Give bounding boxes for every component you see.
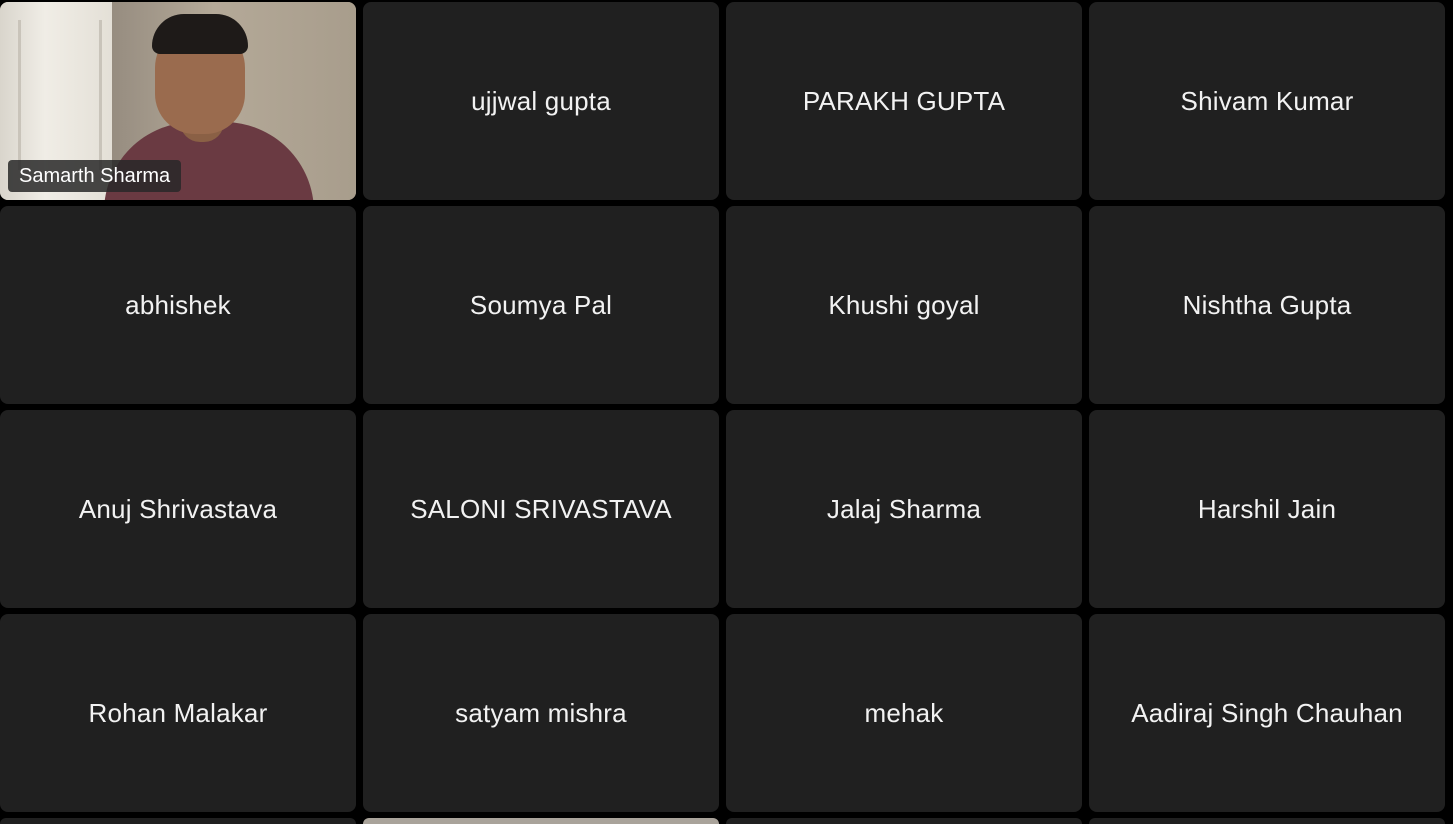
participant-grid: Samarth Sharma ujjwal gupta PARAKH GUPTA…: [0, 0, 1453, 824]
participant-tile[interactable]: Jalaj Sharma: [726, 410, 1082, 608]
participant-tile[interactable]: PARAKH GUPTA: [726, 2, 1082, 200]
participant-tile[interactable]: ujjwal gupta: [363, 2, 719, 200]
participant-tile[interactable]: Shivam Kumar: [1089, 2, 1445, 200]
participant-tile-partial[interactable]: [363, 818, 719, 824]
participant-tile[interactable]: Khushi goyal: [726, 206, 1082, 404]
participant-tile[interactable]: abhishek: [0, 206, 356, 404]
participant-tile[interactable]: Nishtha Gupta: [1089, 206, 1445, 404]
participant-tile[interactable]: Soumya Pal: [363, 206, 719, 404]
participant-tile-partial[interactable]: [1089, 818, 1445, 824]
participant-name: satyam mishra: [455, 697, 627, 728]
participant-tile-partial[interactable]: [726, 818, 1082, 824]
participant-name: Aadiraj Singh Chauhan: [1131, 697, 1403, 728]
video-person-hair: [152, 14, 248, 54]
participant-name: Harshil Jain: [1197, 493, 1337, 524]
participant-name: Khushi goyal: [828, 289, 980, 320]
participant-tile[interactable]: SALONI SRIVASTAVA: [363, 410, 719, 608]
participant-name: Anuj Shrivastava: [78, 493, 278, 524]
participant-name: mehak: [864, 697, 944, 728]
participant-tile-video[interactable]: Samarth Sharma: [0, 2, 356, 200]
participant-name: Soumya Pal: [469, 289, 613, 320]
participant-name: abhishek: [125, 289, 231, 320]
participant-name: PARAKH GUPTA: [802, 85, 1006, 116]
participant-name: Nishtha Gupta: [1182, 289, 1352, 320]
participant-name: Rohan Malakar: [88, 697, 268, 728]
participant-tile[interactable]: Aadiraj Singh Chauhan: [1089, 614, 1445, 812]
participant-name-label: Samarth Sharma: [8, 160, 182, 192]
participant-name: SALONI SRIVASTAVA: [410, 493, 672, 524]
participant-tile-partial[interactable]: [0, 818, 356, 824]
participant-name: Shivam Kumar: [1180, 85, 1354, 116]
participant-name: Jalaj Sharma: [826, 493, 982, 524]
participant-tile[interactable]: Rohan Malakar: [0, 614, 356, 812]
participant-tile[interactable]: Anuj Shrivastava: [0, 410, 356, 608]
participant-name: ujjwal gupta: [471, 85, 611, 116]
participant-tile[interactable]: satyam mishra: [363, 614, 719, 812]
participant-tile[interactable]: mehak: [726, 614, 1082, 812]
participant-tile[interactable]: Harshil Jain: [1089, 410, 1445, 608]
